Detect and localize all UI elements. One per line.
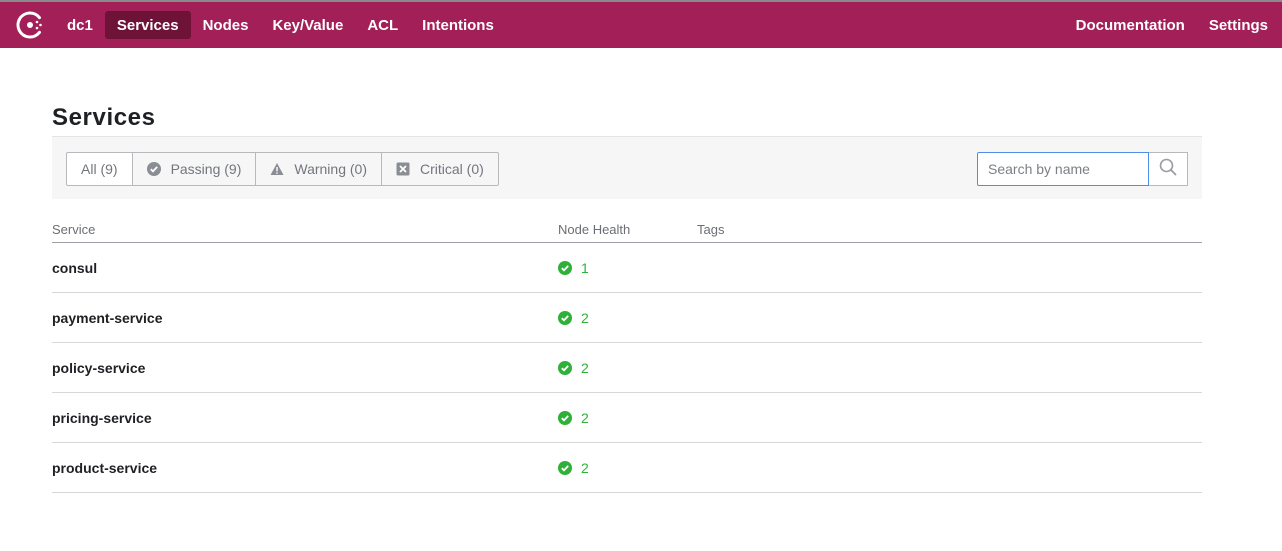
nav-item-key-value[interactable]: Key/Value xyxy=(260,11,355,39)
column-header-tags[interactable]: Tags xyxy=(697,216,1202,243)
tags-cell xyxy=(697,392,1202,443)
check-circle-icon xyxy=(558,310,572,325)
node-health-cell: 2 xyxy=(558,442,697,493)
node-health-count: 2 xyxy=(581,359,589,376)
check-circle-icon xyxy=(558,410,572,425)
column-header-node-health[interactable]: Node Health xyxy=(558,216,697,243)
check-circle-icon xyxy=(146,162,161,176)
filter-critical[interactable]: Critical (0) xyxy=(381,152,499,186)
check-circle-icon xyxy=(558,260,572,275)
nav-item-acl[interactable]: ACL xyxy=(355,11,410,39)
tags-cell xyxy=(697,342,1202,393)
service-name[interactable]: payment-service xyxy=(52,292,558,343)
filter-label: All (9) xyxy=(81,161,118,177)
search-icon xyxy=(1159,158,1177,181)
services-table: Service Node Health Tags consul 1 payment-… xyxy=(52,216,1202,493)
filter-bar: All (9) Passing (9) Warning (0) Critical… xyxy=(52,136,1202,199)
table-row[interactable]: payment-service 2 xyxy=(52,292,1202,343)
column-header-service[interactable]: Service xyxy=(52,216,558,243)
check-circle-icon xyxy=(558,360,572,375)
node-health-count: 2 xyxy=(581,309,589,326)
search-input[interactable] xyxy=(977,152,1149,186)
node-health-cell: 2 xyxy=(558,292,697,343)
tags-cell xyxy=(697,292,1202,343)
service-name[interactable]: pricing-service xyxy=(52,392,558,443)
node-health-count: 1 xyxy=(581,259,589,276)
filter-label: Critical (0) xyxy=(420,161,484,177)
node-health-cell: 2 xyxy=(558,342,697,393)
node-health-count: 2 xyxy=(581,409,589,426)
page-title: Services xyxy=(52,104,156,131)
warning-triangle-icon xyxy=(270,162,284,176)
nav-item-services[interactable]: Services xyxy=(104,11,191,39)
nav-item-nodes[interactable]: Nodes xyxy=(191,11,261,39)
filter-warning[interactable]: Warning (0) xyxy=(255,152,382,186)
nav-item-intentions[interactable]: Intentions xyxy=(410,11,506,39)
node-health-count: 2 xyxy=(581,459,589,476)
node-health-cell: 1 xyxy=(558,242,697,293)
check-circle-icon xyxy=(558,460,572,475)
consul-logo-icon[interactable] xyxy=(15,10,45,40)
x-square-icon xyxy=(396,162,410,176)
top-navigation-bar: dc1 Services Nodes Key/Value ACL Intenti… xyxy=(0,0,1282,48)
datacenter-selector[interactable]: dc1 xyxy=(55,11,105,39)
filter-label: Passing (9) xyxy=(170,161,242,177)
nav-item-settings[interactable]: Settings xyxy=(1197,11,1280,39)
filter-passing[interactable]: Passing (9) xyxy=(131,152,257,186)
table-row[interactable]: product-service 2 xyxy=(52,442,1202,493)
search-button[interactable] xyxy=(1149,152,1188,186)
table-header-row: Service Node Health Tags xyxy=(52,216,1202,243)
filter-all[interactable]: All (9) xyxy=(66,152,133,186)
tags-cell xyxy=(697,242,1202,293)
status-filter-group: All (9) Passing (9) Warning (0) Critical… xyxy=(66,152,499,186)
table-row[interactable]: consul 1 xyxy=(52,242,1202,293)
table-row[interactable]: policy-service 2 xyxy=(52,342,1202,393)
nav-item-documentation[interactable]: Documentation xyxy=(1064,11,1197,39)
tags-cell xyxy=(697,442,1202,493)
service-name[interactable]: product-service xyxy=(52,442,558,493)
filter-label: Warning (0) xyxy=(294,161,367,177)
service-name[interactable]: policy-service xyxy=(52,342,558,393)
search-box xyxy=(977,152,1188,186)
service-name[interactable]: consul xyxy=(52,242,558,293)
table-row[interactable]: pricing-service 2 xyxy=(52,392,1202,443)
node-health-cell: 2 xyxy=(558,392,697,443)
